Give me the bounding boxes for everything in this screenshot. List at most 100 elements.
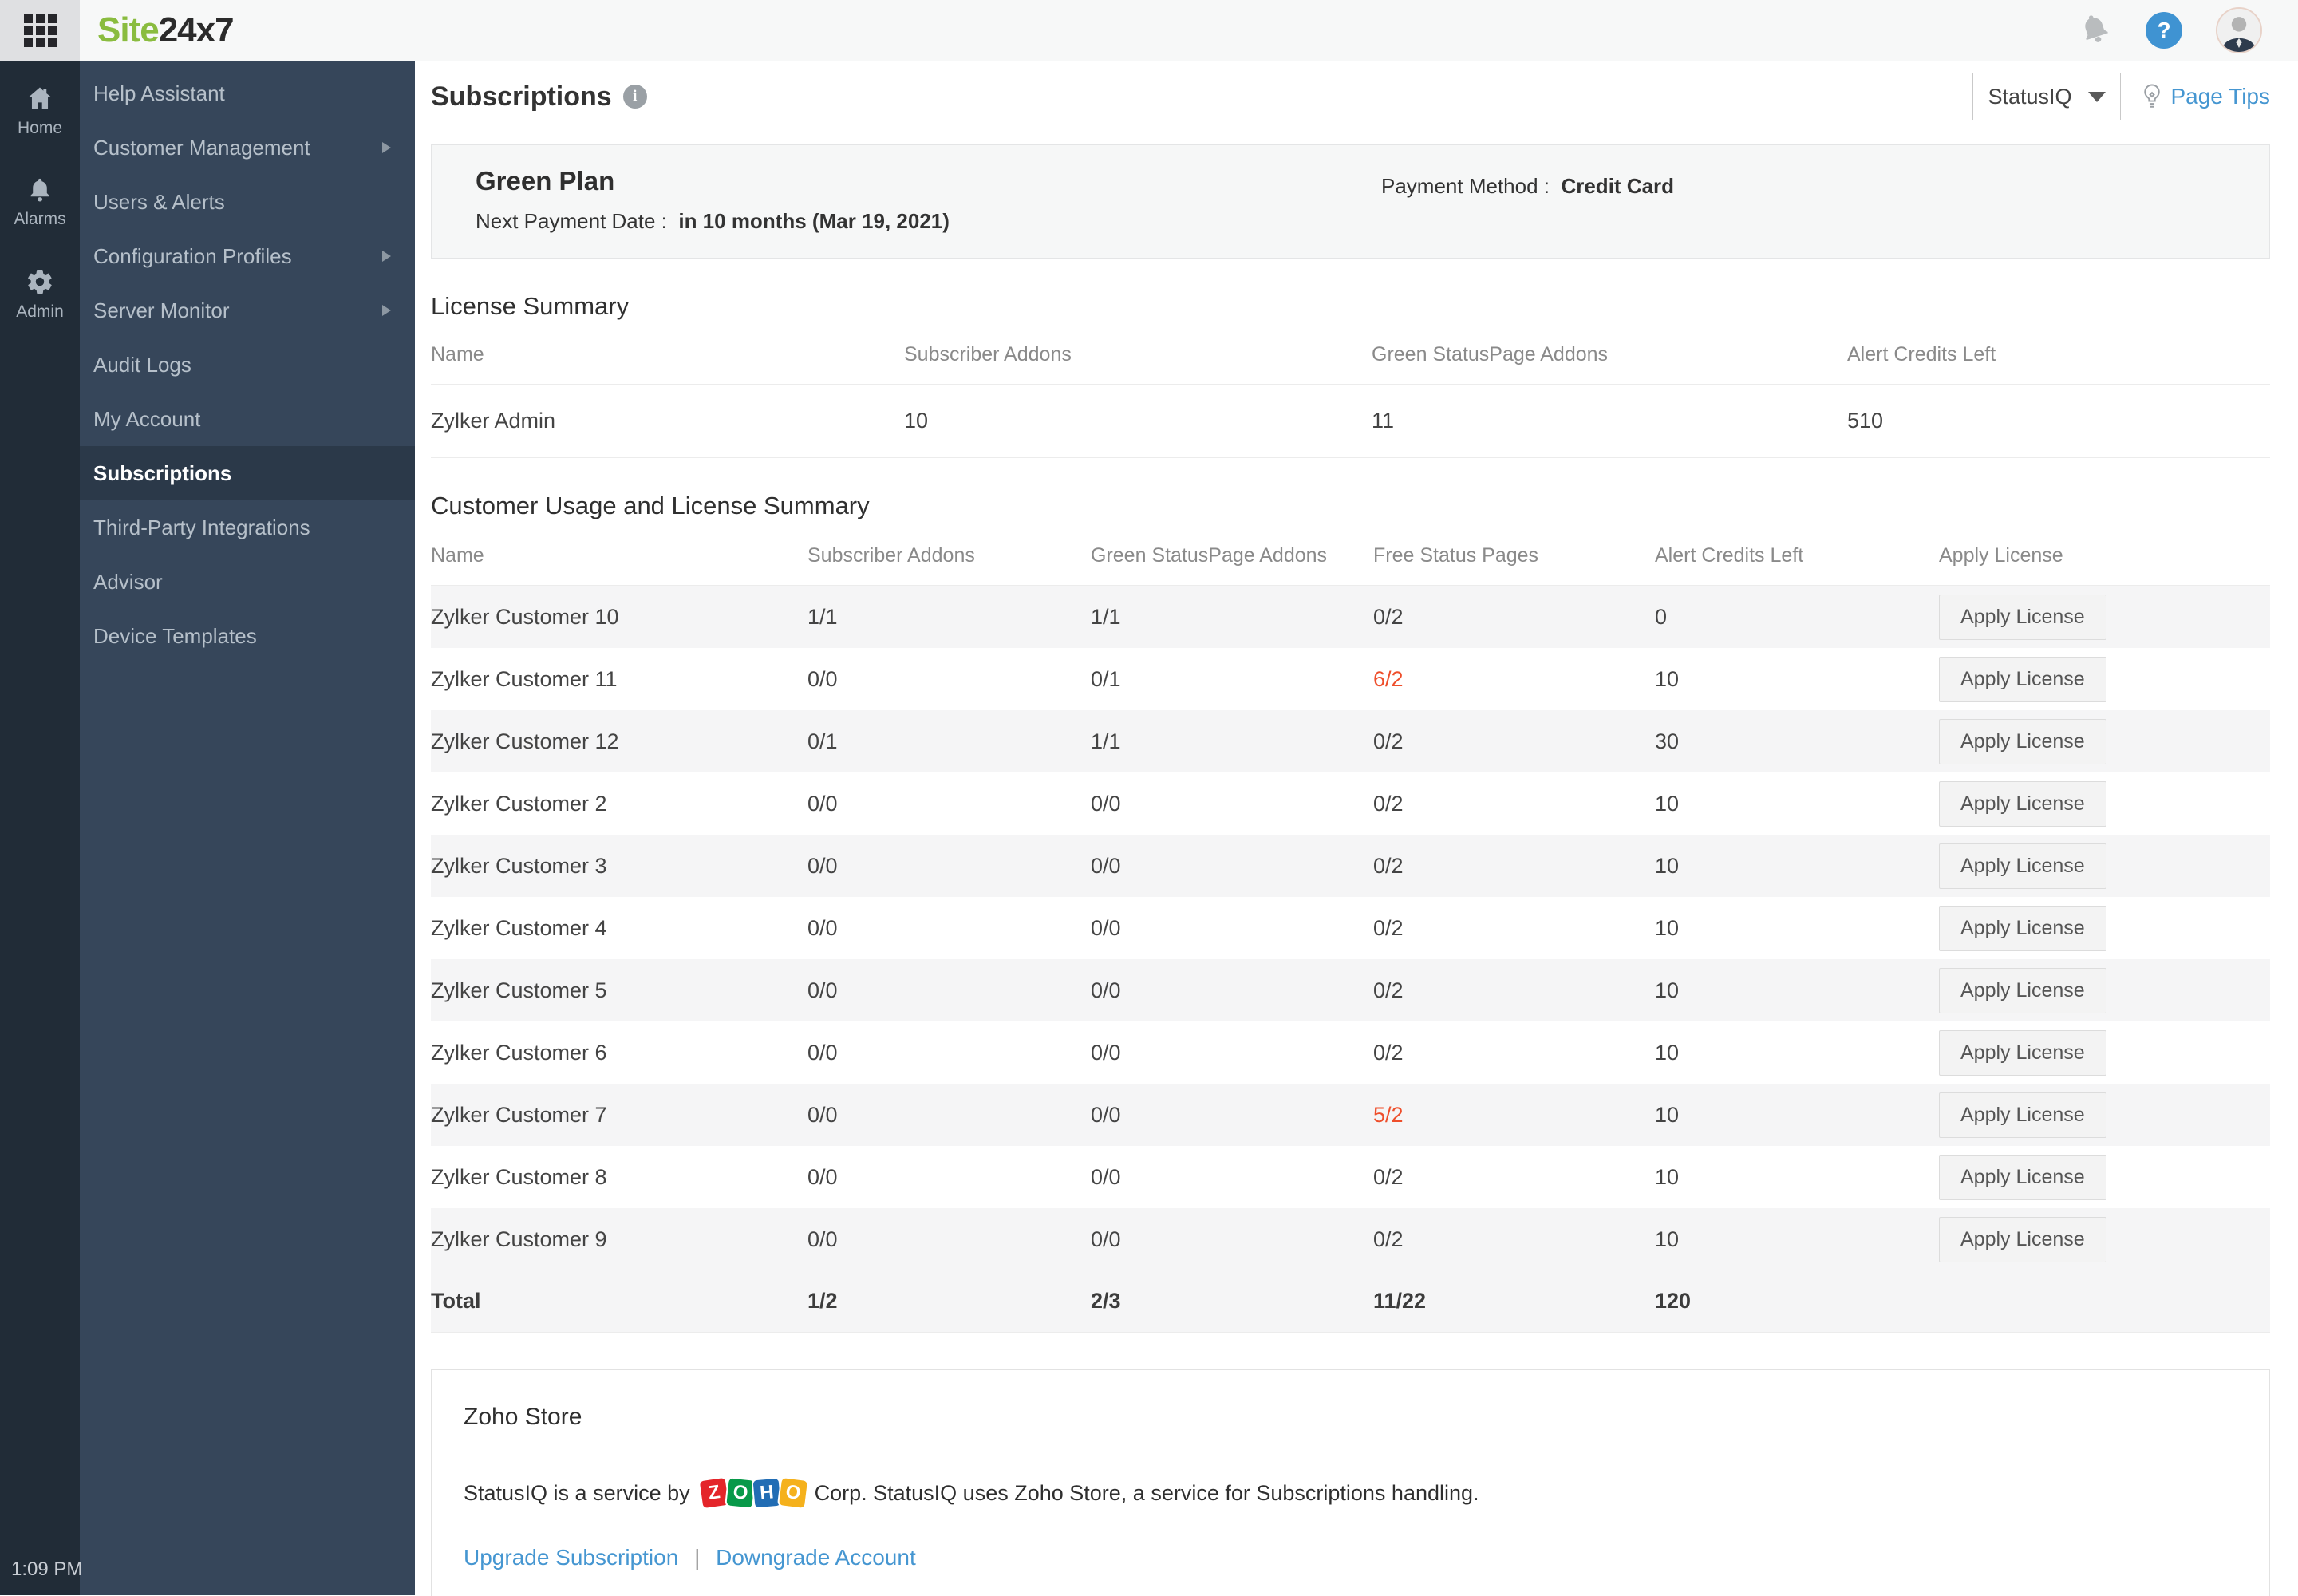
apply-license-button[interactable]: Apply License: [1939, 780, 2106, 827]
apply-license-button[interactable]: Apply License: [1939, 1154, 2106, 1200]
submenu-arrow-icon: [382, 251, 391, 262]
sidebar-item-configuration-profiles[interactable]: Configuration Profiles: [80, 229, 415, 283]
license-summary-table: Name Subscriber Addons Green StatusPage …: [431, 343, 2270, 458]
table-row: Zylker Customer 11 0/0 0/1 6/2 10 Apply …: [431, 648, 2270, 710]
table-row: Zylker Customer 10 1/1 1/1 0/2 0 Apply L…: [431, 586, 2270, 648]
cell-free-status-pages: 0/2: [1373, 853, 1404, 878]
rail-item-alarms[interactable]: Alarms: [14, 176, 66, 229]
cell-name: Zylker Customer 12: [431, 729, 619, 753]
zoho-store-box: Zoho Store StatusIQ is a service by Z O …: [431, 1369, 2270, 1596]
apply-license-button[interactable]: Apply License: [1939, 843, 2106, 889]
page-tips-label: Page Tips: [2170, 84, 2270, 109]
page-header: Subscriptions i StatusIQ Page Tips: [431, 61, 2270, 132]
help-icon[interactable]: ?: [2146, 12, 2182, 49]
sidebar-item-users-alerts[interactable]: Users & Alerts: [80, 175, 415, 229]
apply-license-button[interactable]: Apply License: [1939, 1029, 2106, 1076]
column-header: Green StatusPage Addons: [1091, 544, 1328, 567]
home-icon: [28, 87, 52, 109]
upgrade-subscription-link[interactable]: Upgrade Subscription: [464, 1545, 678, 1570]
clock-time: 1:09 PM: [11, 1558, 83, 1580]
cell-green-statuspage-addons: 1/1: [1091, 729, 1121, 753]
app-grid-button[interactable]: [0, 0, 80, 61]
cell-subscriber-addons: 0/0: [807, 1040, 838, 1065]
sidebar-item-label: Users & Alerts: [93, 189, 225, 214]
zoho-logo-letter: H: [751, 1476, 783, 1510]
cell-alert-credits-left: 10: [1655, 791, 1680, 816]
sidebar-item-third-party-integrations[interactable]: Third-Party Integrations: [80, 500, 415, 555]
sidebar-item-label: Configuration Profiles: [93, 243, 292, 268]
cell-free-status-pages: 0/2: [1373, 1040, 1404, 1065]
table-row: Zylker Customer 9 0/0 0/0 0/2 10 Apply L…: [431, 1208, 2270, 1270]
column-header: Subscriber Addons: [807, 544, 975, 567]
info-icon[interactable]: i: [622, 85, 647, 109]
cell-subscriber-addons: 0/0: [807, 666, 838, 691]
table-row: Zylker Customer 6 0/0 0/0 0/2 10 Apply L…: [431, 1021, 2270, 1084]
logo-dark-part: 24x7: [158, 10, 235, 49]
sidebar-item-my-account[interactable]: My Account: [80, 392, 415, 446]
statusiq-dropdown-value: StatusIQ: [1988, 84, 2072, 109]
logo-green-part: Site: [97, 10, 160, 49]
cell-subscriber-addons: 1/1: [807, 604, 838, 629]
sidebar-item-advisor[interactable]: Advisor: [80, 555, 415, 609]
cell-alert-credits-left: 10: [1655, 1040, 1680, 1065]
page-title: Subscriptions: [431, 81, 612, 112]
sidebar-item-help-assistant[interactable]: Help Assistant: [80, 66, 415, 120]
table-row: Zylker Customer 2 0/0 0/0 0/2 10 Apply L…: [431, 772, 2270, 835]
alarm-bell-icon: [30, 178, 49, 202]
apply-license-button[interactable]: Apply License: [1939, 1092, 2106, 1138]
cell-alert-credits-left: 30: [1655, 729, 1680, 753]
sidebar-item-label: Device Templates: [93, 623, 257, 648]
cell-name: Zylker Customer 4: [431, 915, 607, 940]
sidebar-item-label: Subscriptions: [93, 460, 232, 485]
icon-rail: Home Alarms Admin 1:09 PM: [0, 61, 83, 1595]
cell-alert-credits-left-total: 120: [1655, 1289, 1692, 1313]
apply-license-button[interactable]: Apply License: [1939, 967, 2106, 1013]
sidebar-item-audit-logs[interactable]: Audit Logs: [80, 338, 415, 392]
cell-total-label: Total: [431, 1289, 481, 1313]
sidebar-item-device-templates[interactable]: Device Templates: [80, 609, 415, 663]
sidebar-item-label: Advisor: [93, 569, 163, 594]
sidebar-item-subscriptions[interactable]: Subscriptions: [80, 446, 415, 500]
cell-alert-credits-left: 510: [1847, 409, 1884, 433]
cell-subscriber-addons: 0/0: [807, 1164, 838, 1189]
zoho-text-before: StatusIQ is a service by: [464, 1480, 690, 1505]
table-row: Zylker Customer 4 0/0 0/0 0/2 10 Apply L…: [431, 897, 2270, 959]
usage-header-row: Name Subscriber Addons Green StatusPage …: [431, 544, 2270, 586]
user-avatar[interactable]: [2216, 7, 2262, 53]
sidebar-item-label: Audit Logs: [93, 352, 192, 377]
statusiq-dropdown[interactable]: StatusIQ: [1972, 73, 2122, 120]
cell-subscriber-addons: 0/0: [807, 791, 838, 816]
usage-summary-title: Customer Usage and License Summary: [431, 492, 870, 519]
cell-free-status-pages: 0/2: [1373, 729, 1404, 753]
rail-item-admin[interactable]: Admin: [16, 267, 64, 322]
cell-name: Zylker Customer 8: [431, 1164, 607, 1189]
cell-alert-credits-left: 10: [1655, 915, 1680, 940]
sidebar-item-label: My Account: [93, 406, 201, 431]
table-total-row: Total 1/2 2/3 11/22 120: [431, 1270, 2270, 1333]
apply-license-button[interactable]: Apply License: [1939, 905, 2106, 951]
sidebar-item-server-monitor[interactable]: Server Monitor: [80, 283, 415, 338]
cell-subscriber-addons: 10: [904, 409, 929, 433]
cell-free-status-pages-total: 11/22: [1373, 1289, 1427, 1313]
apply-license-button[interactable]: Apply License: [1939, 656, 2106, 702]
cell-name: Zylker Customer 5: [431, 978, 607, 1002]
sidebar-item-customer-management[interactable]: Customer Management: [80, 120, 415, 175]
cell-subscriber-addons-total: 1/2: [807, 1289, 838, 1313]
license-summary-title: License Summary: [431, 292, 630, 320]
cell-free-status-pages: 0/2: [1373, 978, 1404, 1002]
rail-item-home[interactable]: Home: [18, 84, 62, 138]
table-row: Zylker Customer 8 0/0 0/0 0/2 10 Apply L…: [431, 1146, 2270, 1208]
table-row: Zylker Admin 10 11 510: [431, 385, 2270, 458]
notifications-bell-icon[interactable]: [2074, 7, 2117, 53]
zoho-store-title: Zoho Store: [464, 1404, 582, 1430]
submenu-arrow-icon: [382, 305, 391, 316]
sidebar-item-label: Help Assistant: [93, 81, 225, 105]
next-payment-line: Next Payment Date : in 10 months (Mar 19…: [476, 209, 1381, 234]
column-header: Name: [431, 544, 484, 567]
apply-license-button[interactable]: Apply License: [1939, 718, 2106, 764]
cell-name: Zylker Customer 3: [431, 853, 607, 878]
apply-license-button[interactable]: Apply License: [1939, 594, 2106, 640]
page-tips-link[interactable]: Page Tips: [2140, 83, 2270, 110]
downgrade-account-link[interactable]: Downgrade Account: [716, 1545, 916, 1570]
apply-license-button[interactable]: Apply License: [1939, 1216, 2106, 1262]
